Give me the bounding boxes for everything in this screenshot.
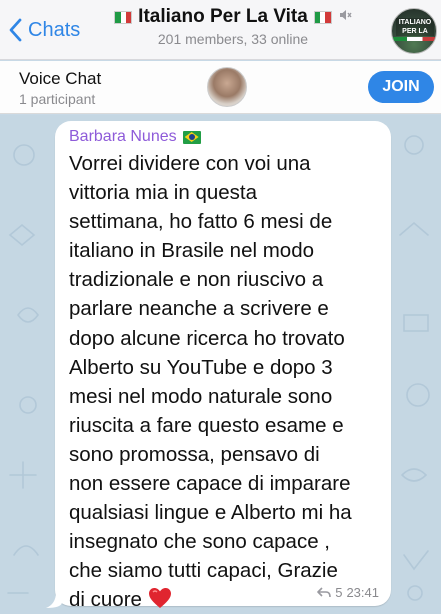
participant-avatar: [207, 67, 247, 107]
message-text-block: Vorrei dividere con voi una vittoria mia…: [69, 149, 387, 614]
voice-chat-title: Voice Chat: [19, 69, 102, 88]
join-button[interactable]: JOIN: [368, 71, 434, 103]
message-text: Vorrei dividere con voi una vittoria mia…: [69, 152, 352, 612]
brazil-flag-icon: [182, 130, 201, 144]
italy-flag-icon: [114, 10, 133, 24]
member-count: 201 members, 33 online: [157, 31, 309, 47]
back-button[interactable]: Chats: [8, 16, 80, 44]
voice-chat-bar[interactable]: Voice Chat 1 participant JOIN: [0, 61, 441, 114]
reply-count: 5: [335, 585, 343, 600]
message-time: 23:41: [346, 585, 379, 600]
message-bubble[interactable]: Barbara Nunes Vorrei dividere con voi un…: [55, 121, 391, 611]
group-avatar-text: ITALIANO PER LA: [396, 18, 434, 36]
mute-icon: [338, 6, 352, 28]
chat-title: Italiano Per La Vita: [138, 6, 308, 27]
reply-icon: [317, 587, 332, 598]
chevron-left-icon: [9, 18, 22, 42]
sender-name-row[interactable]: Barbara Nunes: [69, 128, 201, 146]
message-meta: 5 23:41: [317, 585, 379, 600]
group-avatar[interactable]: ITALIANO PER LA: [391, 8, 437, 54]
back-label: Chats: [28, 18, 81, 41]
heart-emoji-icon: [148, 588, 171, 609]
chat-header: Chats Italiano Per La Vita 201 members, …: [0, 0, 441, 60]
italy-stripe-decoration: [392, 37, 436, 41]
sender-name: Barbara Nunes: [69, 128, 177, 145]
chat-title-area[interactable]: Italiano Per La Vita 201 members, 33 onl…: [108, 6, 358, 47]
voice-chat-participants: 1 participant: [19, 91, 96, 107]
italy-flag-icon: [313, 10, 332, 24]
bubble-tail: [46, 592, 62, 608]
